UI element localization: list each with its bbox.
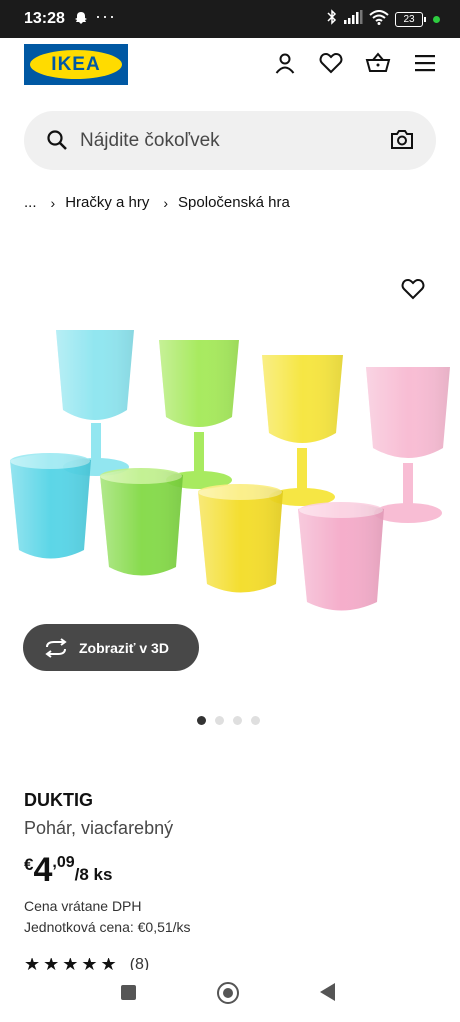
- pagination-dot-active[interactable]: [197, 716, 206, 725]
- account-icon[interactable]: [272, 50, 298, 76]
- price-unit: /8 ks: [74, 865, 113, 884]
- product-image[interactable]: [0, 305, 460, 635]
- wine-glass-yellow: [262, 355, 343, 506]
- tumbler-green: [100, 468, 183, 576]
- camera-search-icon[interactable]: [390, 128, 414, 155]
- product-name: DUKTIG: [24, 790, 93, 810]
- battery-icon: 23: [395, 12, 426, 27]
- logo-oval: IKEA: [30, 50, 122, 79]
- wifi-icon: [369, 9, 389, 30]
- chevron-right-icon: ›: [163, 194, 169, 211]
- breadcrumb-item-toys[interactable]: Hračky a hry: [65, 194, 149, 211]
- privacy-indicator-dot: [433, 16, 440, 23]
- unit-price: Jednotková cena: €0,51/ks: [24, 919, 191, 935]
- breadcrumb: ... › Hračky a hry › Spoločenská hra: [24, 194, 290, 211]
- snapchat-icon: [74, 11, 88, 30]
- pagination-dot[interactable]: [215, 716, 224, 725]
- rotate-3d-icon: [43, 637, 69, 658]
- view-in-3d-button[interactable]: Zobraziť v 3D: [23, 624, 199, 671]
- rating-count: (8): [129, 958, 150, 970]
- status-bar: 13:28 ··· 23: [0, 0, 460, 38]
- add-to-favorites-icon[interactable]: [401, 278, 425, 305]
- system-nav-bar: [0, 970, 460, 1022]
- tumbler-pink: [298, 502, 384, 611]
- search-icon: [46, 129, 68, 156]
- home-icon[interactable]: [217, 982, 239, 1004]
- wine-glass-green: [159, 340, 239, 489]
- breadcrumb-item-party-game[interactable]: Spoločenská hra: [178, 194, 290, 211]
- status-time: 13:28: [24, 10, 65, 27]
- price-decimal: ,09: [52, 854, 75, 871]
- vat-note: Cena vrátane DPH: [24, 898, 142, 914]
- price-currency: €: [24, 855, 34, 874]
- tumbler-yellow: [198, 484, 283, 593]
- breadcrumb-ellipsis[interactable]: ...: [24, 194, 37, 211]
- more-notifications-icon: ···: [95, 6, 116, 26]
- wine-glass-pink: [366, 367, 450, 523]
- ikea-logo[interactable]: IKEA: [24, 44, 128, 85]
- pagination-dot[interactable]: [233, 716, 242, 725]
- pagination-dot[interactable]: [251, 716, 260, 725]
- product-description: Pohár, viacfarebný: [24, 818, 174, 838]
- chevron-right-icon: ›: [50, 194, 56, 211]
- product-price: € 4 ,09 /8 ks: [24, 853, 112, 887]
- image-pagination: [197, 716, 260, 725]
- recent-apps-icon[interactable]: [121, 985, 136, 1000]
- signal-icon: [343, 10, 363, 29]
- search-bar[interactable]: Nájdite čokoľvek: [24, 111, 436, 170]
- price-integer: 4: [33, 851, 53, 889]
- view-in-3d-label: Zobraziť v 3D: [79, 639, 169, 656]
- menu-icon[interactable]: [412, 50, 438, 76]
- rating-stars-icon: ★★★★★: [24, 958, 120, 970]
- product-rating[interactable]: ★★★★★ (8): [24, 958, 149, 970]
- logo-text: IKEA: [51, 53, 101, 75]
- bluetooth-icon: [327, 9, 337, 30]
- app-header: IKEA: [0, 38, 460, 98]
- heart-icon[interactable]: [318, 50, 344, 76]
- tumbler-cyan: [10, 453, 91, 559]
- shopping-basket-icon[interactable]: [365, 50, 391, 76]
- search-input[interactable]: Nájdite čokoľvek: [80, 130, 220, 152]
- back-icon[interactable]: [320, 983, 335, 1001]
